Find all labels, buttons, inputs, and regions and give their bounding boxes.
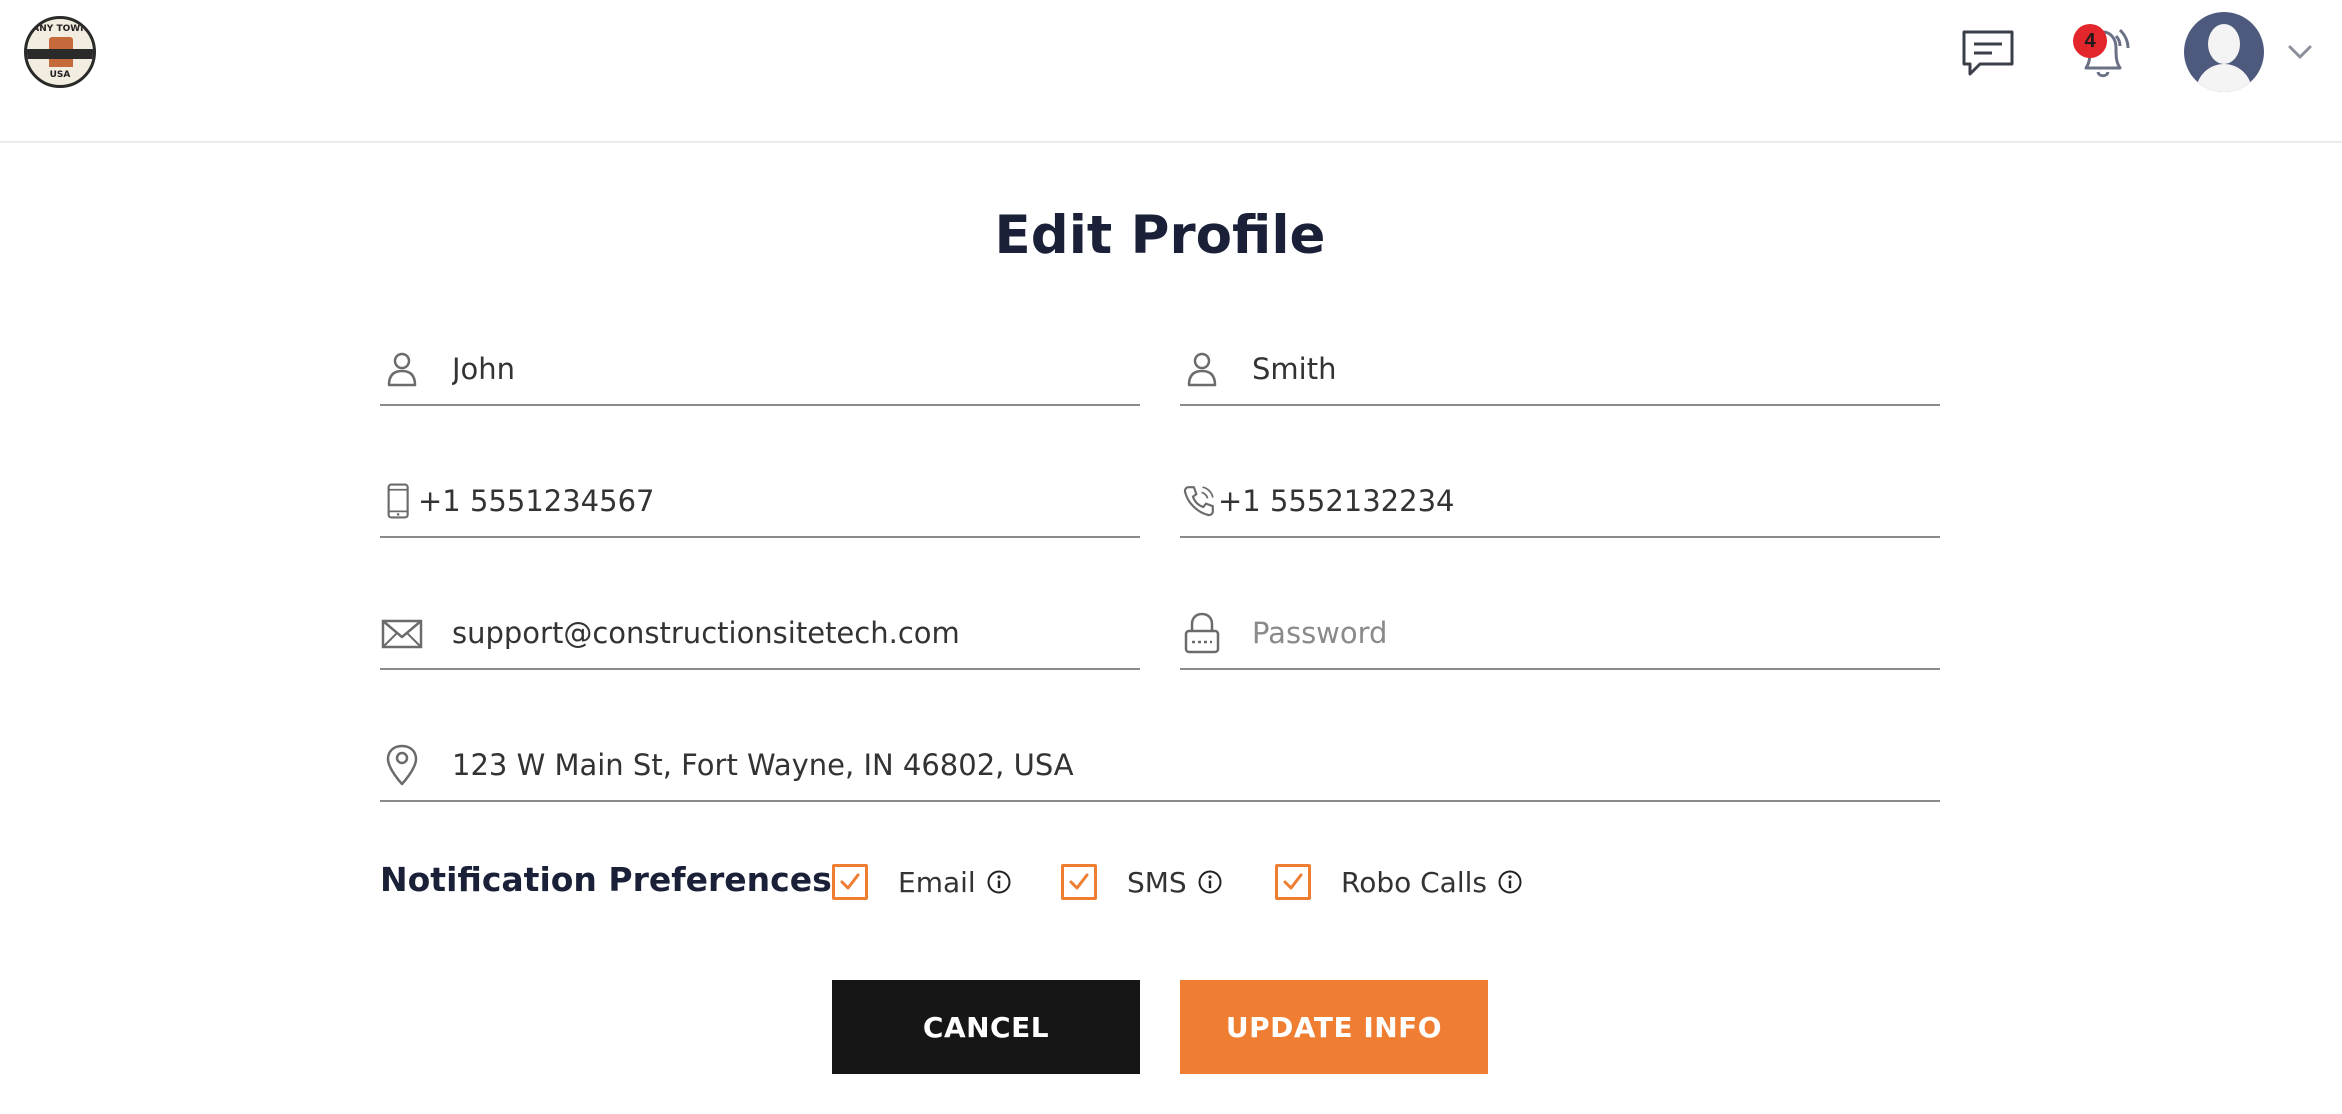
notification-count-badge: 4 (2073, 24, 2107, 58)
chevron-down-icon[interactable] (2286, 38, 2314, 66)
avatar-body (2196, 64, 2252, 92)
first-name-field (380, 334, 1140, 406)
logo-band (27, 49, 93, 59)
password-input[interactable] (1224, 598, 1940, 668)
update-info-button[interactable]: UPDATE INFO (1180, 980, 1488, 1074)
envelope-icon (381, 619, 423, 649)
first-name-input[interactable] (424, 334, 1140, 404)
password-field (1180, 598, 1940, 670)
avatar-head (2208, 24, 2240, 64)
phone-icon (1183, 486, 1214, 517)
email-input[interactable] (424, 598, 1140, 668)
check-icon (1069, 873, 1089, 890)
check-icon (1283, 873, 1303, 890)
page-title: Edit Profile (994, 205, 1326, 266)
logo-bottom-text: USA (49, 70, 71, 80)
info-icon[interactable] (986, 869, 1012, 895)
pref-sms-label: SMS (1127, 865, 1187, 899)
last-name-field (1180, 334, 1940, 406)
pref-robo-calls-label: Robo Calls (1341, 865, 1487, 899)
user-icon (1187, 352, 1217, 387)
sms-checkbox[interactable] (1061, 864, 1097, 900)
phone-input[interactable] (1218, 466, 1940, 536)
mobile-input[interactable] (418, 466, 1140, 536)
email-field (380, 598, 1140, 670)
address-field (380, 730, 1940, 802)
robo-calls-checkbox[interactable] (1275, 864, 1311, 900)
phone-field (1180, 466, 1940, 538)
notification-preferences-label: Notification Preferences (380, 860, 832, 899)
pref-email[interactable]: Email (832, 862, 1012, 902)
pref-robo-calls[interactable]: Robo Calls (1275, 862, 1523, 902)
chat-icon[interactable] (1960, 28, 2016, 80)
info-icon[interactable] (1197, 869, 1223, 895)
user-icon (387, 352, 417, 387)
mobile-phone-icon (387, 483, 409, 519)
mobile-field (380, 466, 1140, 538)
app-logo[interactable]: ANY TOWN USA (24, 16, 96, 88)
lock-icon (1184, 612, 1220, 654)
cancel-button[interactable]: CANCEL (832, 980, 1140, 1074)
pref-email-label: Email (898, 865, 976, 899)
top-bar: ANY TOWN USA 4 (0, 0, 2342, 143)
pref-sms[interactable]: SMS (1061, 862, 1223, 902)
avatar[interactable] (2184, 12, 2264, 92)
logo-top-text: ANY TOWN (32, 24, 88, 34)
check-icon (840, 873, 860, 890)
last-name-input[interactable] (1224, 334, 1940, 404)
info-icon[interactable] (1497, 869, 1523, 895)
location-pin-icon (386, 744, 418, 786)
email-checkbox[interactable] (832, 864, 868, 900)
address-input[interactable] (424, 730, 1940, 800)
